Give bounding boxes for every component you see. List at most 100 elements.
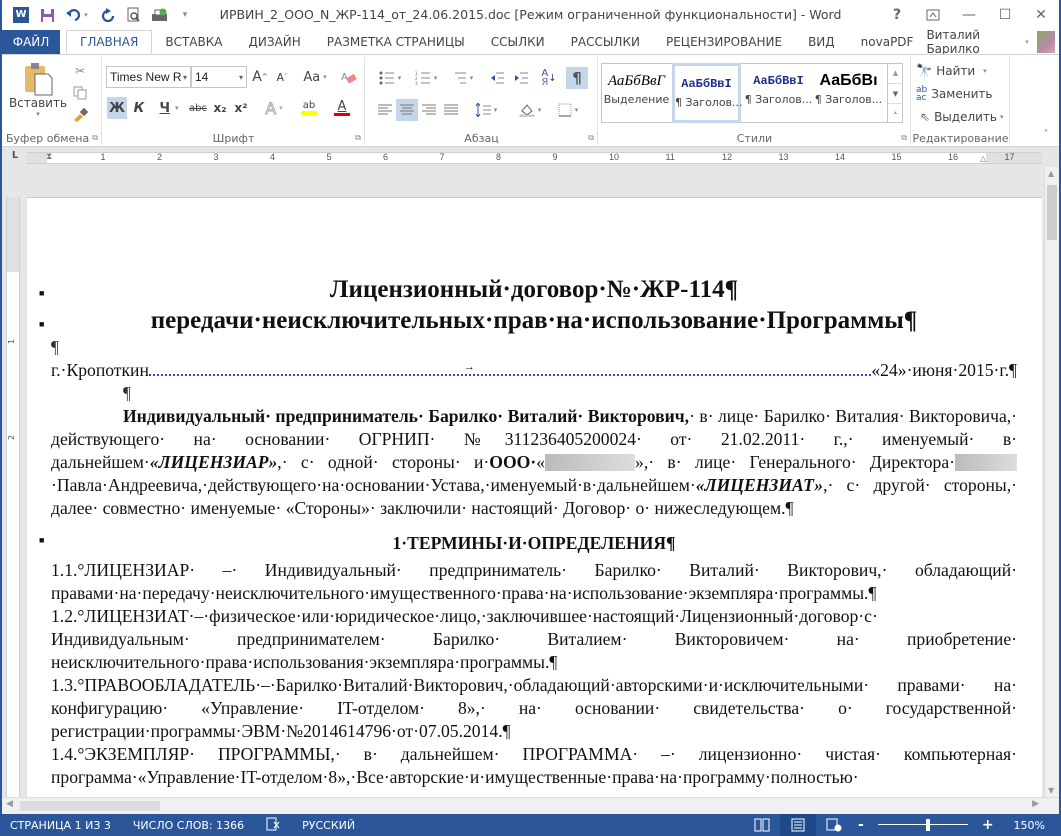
select-button[interactable]: ⇖ Выделить ▾ xyxy=(920,107,1004,127)
tab-page-layout[interactable]: РАЗМЕТКА СТРАНИЦЫ xyxy=(314,30,478,54)
shading-button[interactable]: ▾ xyxy=(514,99,546,121)
align-left-button[interactable] xyxy=(374,99,396,121)
zoom-in-button[interactable]: + xyxy=(982,817,994,833)
replace-button[interactable]: ab ac Заменить xyxy=(916,84,992,104)
styles-scroll-up-button[interactable]: ▲ xyxy=(888,63,903,83)
dialog-launcher-icon[interactable]: ⧉ xyxy=(901,133,907,143)
subscript-button[interactable]: x₂ xyxy=(210,97,230,119)
right-indent-marker[interactable]: △ xyxy=(980,154,986,163)
word-logo-icon[interactable]: W xyxy=(8,3,34,27)
change-case-button[interactable]: Aa ▾ xyxy=(297,67,333,87)
font-size-select[interactable]: 14 ▾ xyxy=(191,66,247,88)
page-indicator[interactable]: СТРАНИЦА 1 ИЗ 3 xyxy=(10,819,111,832)
paste-button[interactable]: Вставить ▾ xyxy=(8,59,68,121)
borders-button[interactable]: ▾ xyxy=(552,99,584,121)
tab-novapdf[interactable]: novaPDF xyxy=(848,30,927,54)
zoom-level[interactable]: 150% xyxy=(1014,819,1045,832)
highlight-button[interactable]: ab xyxy=(293,97,325,119)
ruler-number: 14 xyxy=(835,152,846,162)
show-formatting-marks-button[interactable]: ¶ xyxy=(566,67,588,89)
word-count[interactable]: ЧИСЛО СЛОВ: 1366 xyxy=(133,819,244,832)
undo-icon[interactable]: ▾ xyxy=(60,3,94,27)
styles-scroll-down-button[interactable]: ▼ xyxy=(888,83,903,103)
horizontal-ruler[interactable]: 1 2 3 4 5 6 7 8 9 10 11 12 13 14 15 16 17 ⧗ △ xyxy=(27,152,1042,164)
zoom-slider[interactable] xyxy=(868,814,978,836)
dialog-launcher-icon[interactable]: ⧉ xyxy=(355,133,361,143)
horizontal-scroll-thumb[interactable] xyxy=(20,801,160,811)
vertical-ruler[interactable]: 1 2 xyxy=(6,197,20,797)
bullets-button[interactable]: ▾ xyxy=(374,67,406,89)
line-spacing-button[interactable]: ▾ xyxy=(470,99,502,121)
ribbon-display-options-button[interactable] xyxy=(915,0,951,30)
minimize-button[interactable]: — xyxy=(951,0,987,30)
editing-group: 🔭 Найти ▾ ab ac Заменить ⇖ Выделить ▾ Редактир… xyxy=(912,57,1010,145)
save-icon[interactable] xyxy=(34,3,60,27)
ruler-number: 9 xyxy=(552,152,558,162)
print-preview-icon[interactable] xyxy=(120,3,146,27)
dialog-launcher-icon[interactable]: ⧉ xyxy=(588,133,594,143)
sort-button[interactable]: А Я ↓ xyxy=(538,67,560,89)
help-button[interactable]: ? xyxy=(879,0,915,30)
web-layout-button[interactable] xyxy=(816,814,852,836)
underline-button[interactable]: Ч ▾ xyxy=(153,97,185,119)
style-emphasis[interactable]: АаБбВвГ Выделение xyxy=(602,63,671,123)
align-left-icon xyxy=(378,104,392,115)
tab-insert[interactable]: ВСТАВКА xyxy=(152,30,235,54)
font-color-button[interactable]: A xyxy=(327,97,357,119)
zoom-out-button[interactable]: - xyxy=(858,817,864,833)
redo-icon[interactable] xyxy=(94,3,120,27)
format-painter-button[interactable] xyxy=(70,105,90,125)
proofing-icon[interactable] xyxy=(266,817,280,834)
multilevel-list-button[interactable]: ▾ xyxy=(446,67,478,89)
align-center-button[interactable] xyxy=(396,99,418,121)
align-right-button[interactable] xyxy=(418,99,440,121)
language-indicator[interactable]: РУССКИЙ xyxy=(302,819,355,832)
vertical-scroll-thumb[interactable] xyxy=(1047,185,1057,240)
font-name-select[interactable]: Times New R ▾ xyxy=(106,66,191,88)
find-button[interactable]: 🔭 Найти ▾ xyxy=(916,61,987,81)
superscript-button[interactable]: x² xyxy=(231,97,251,119)
numbering-button[interactable]: 1 2 3 ▾ xyxy=(410,67,442,89)
decrease-indent-button[interactable] xyxy=(486,67,508,89)
customize-qat-icon[interactable]: ▾ xyxy=(172,3,198,27)
tab-file[interactable]: ФАЙЛ xyxy=(2,30,60,54)
horizontal-scrollbar[interactable]: ◀ ▶ xyxy=(2,797,1059,814)
quick-print-icon[interactable] xyxy=(146,3,172,27)
format-painter-icon xyxy=(74,108,88,122)
dialog-launcher-icon[interactable]: ⧉ xyxy=(92,133,98,143)
strikethrough-button[interactable]: abc xyxy=(187,97,209,119)
tab-selector-button[interactable]: L xyxy=(6,150,24,164)
document-content[interactable]: ■ Лицензионный·договор·№·ЖР-114¶ ■ передач… xyxy=(39,268,1017,789)
bold-button[interactable]: Ж xyxy=(107,97,127,119)
tab-view[interactable]: ВИД xyxy=(795,30,848,54)
maximize-button[interactable]: ☐ xyxy=(987,0,1023,30)
indent-marker[interactable]: ⧗ xyxy=(46,152,52,162)
italic-button[interactable]: К xyxy=(129,97,149,119)
justify-button[interactable] xyxy=(440,99,462,121)
close-button[interactable]: ✕ xyxy=(1023,0,1059,30)
tab-home[interactable]: ГЛАВНАЯ xyxy=(66,30,153,54)
empty-paragraph: ¶ xyxy=(123,383,131,403)
vertical-scrollbar[interactable]: ▲ ▼ xyxy=(1044,167,1059,797)
zoom-slider-thumb[interactable] xyxy=(926,819,931,831)
increase-indent-button[interactable] xyxy=(510,67,532,89)
print-layout-button[interactable] xyxy=(780,814,816,836)
styles-more-button[interactable]: ⩡ xyxy=(888,103,903,122)
grow-font-button[interactable]: A ^ xyxy=(250,67,270,87)
tab-mailings[interactable]: РАССЫЛКИ xyxy=(558,30,653,54)
text-effects-button[interactable]: A ▾ xyxy=(259,97,289,119)
tab-references[interactable]: ССЫЛКИ xyxy=(478,30,558,54)
collapse-ribbon-button[interactable]: ˄ xyxy=(1038,127,1054,141)
user-account[interactable]: Виталий Барилко ▾ xyxy=(926,28,1059,56)
cut-button[interactable]: ✂ xyxy=(70,61,90,81)
style-heading-1[interactable]: АаБбВвI ¶ Заголов... xyxy=(672,63,743,123)
document-page[interactable]: ■ Лицензионный·договор·№·ЖР-114¶ ■ передач… xyxy=(27,197,1042,797)
clear-formatting-button[interactable]: A xyxy=(339,67,359,87)
copy-button[interactable] xyxy=(70,83,90,103)
read-mode-button[interactable] xyxy=(744,814,780,836)
tab-design[interactable]: ДИЗАЙН xyxy=(235,30,313,54)
style-heading-2[interactable]: АаБбВвI ¶ Заголов... xyxy=(744,63,813,123)
shrink-font-button[interactable]: Aˇ xyxy=(272,67,292,87)
tab-review[interactable]: РЕЦЕНЗИРОВАНИЕ xyxy=(653,30,795,54)
style-heading-3[interactable]: АаБбВı ¶ Заголов... xyxy=(814,63,883,123)
